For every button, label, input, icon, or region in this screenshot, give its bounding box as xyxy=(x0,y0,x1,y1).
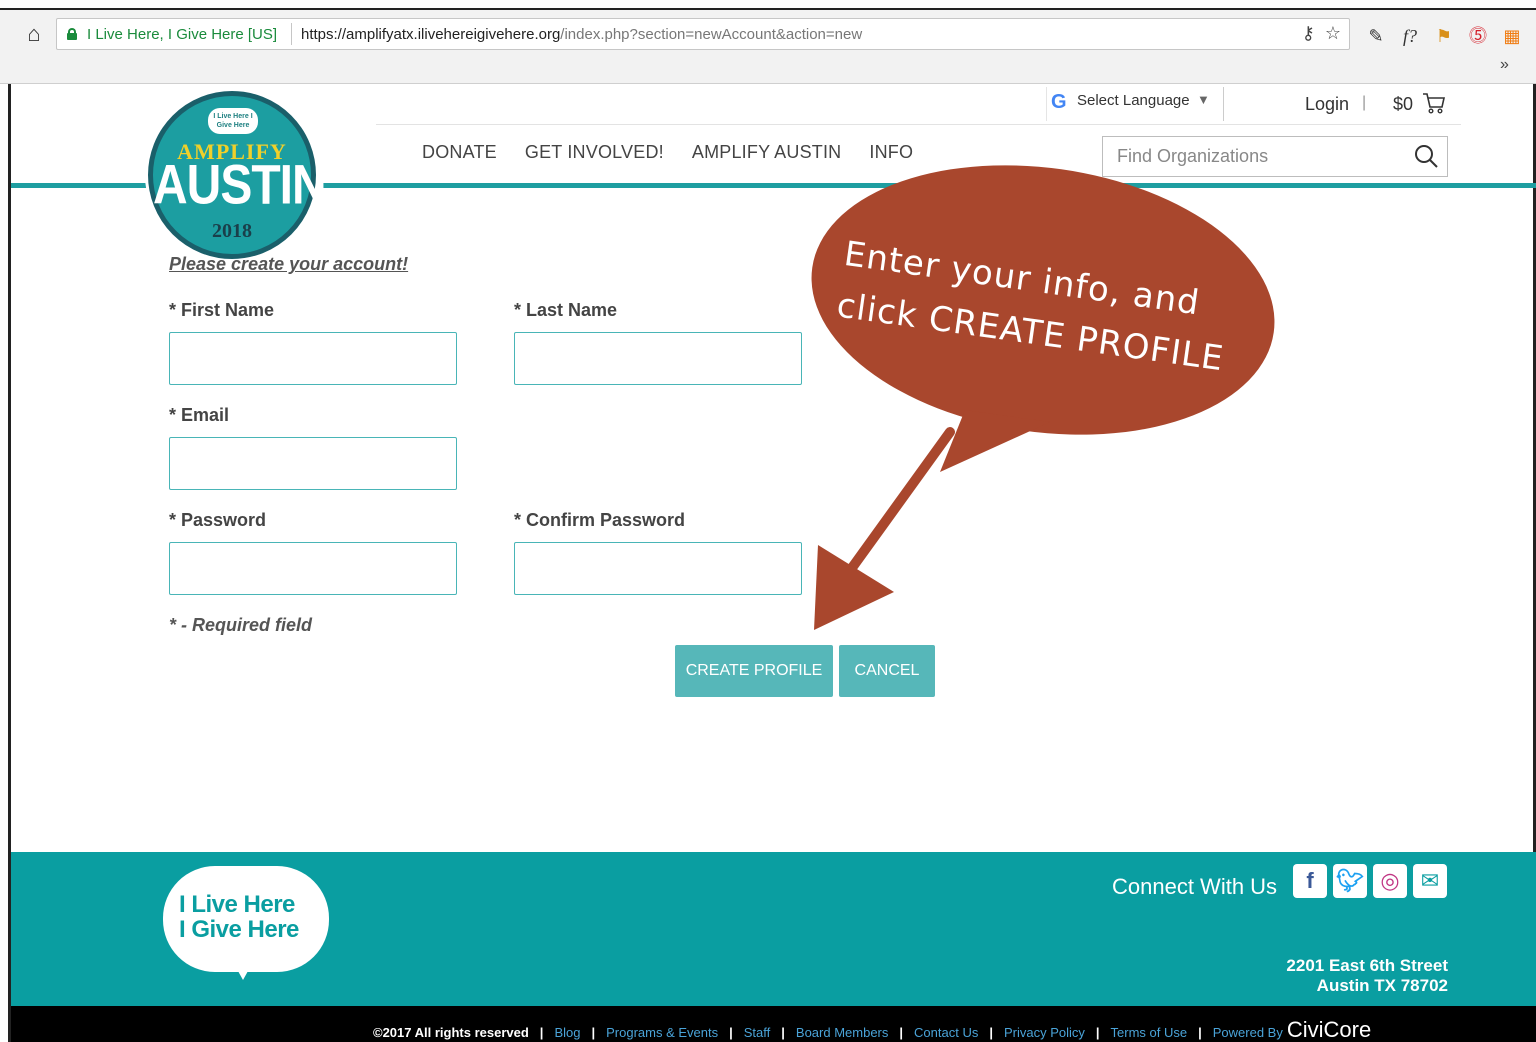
connect-heading: Connect With Us xyxy=(1112,874,1278,899)
site-footer: I Live Here I Give Here Connect With Us … xyxy=(11,852,1536,1006)
cart-total[interactable]: $0 xyxy=(1393,94,1413,115)
footer-address: 2201 East 6th Street Austin TX 78702 xyxy=(1286,956,1448,996)
home-icon[interactable]: ⌂ xyxy=(20,20,48,48)
footer-logo[interactable]: I Live Here I Give Here xyxy=(163,866,329,972)
lock-icon xyxy=(67,28,77,40)
footer-link-staff[interactable]: Staff xyxy=(744,1025,771,1040)
confirm-password-label: * Confirm Password xyxy=(514,510,686,530)
email-label: * Email xyxy=(169,405,230,425)
copyright: ©2017 All rights reserved xyxy=(373,1025,529,1040)
facebook-icon[interactable]: f xyxy=(1293,864,1327,898)
google-icon: G xyxy=(1051,91,1067,113)
flag-icon[interactable]: ⚑ xyxy=(1430,26,1458,47)
language-label: Select Language xyxy=(1077,92,1190,109)
footer-logo-text: I Live Here I Give Here xyxy=(179,892,299,942)
confirm-password-field[interactable] xyxy=(514,542,802,595)
cart-icon[interactable] xyxy=(1422,92,1446,120)
footer-link-contact[interactable]: Contact Us xyxy=(914,1025,978,1040)
footer-link-powered[interactable]: Powered By xyxy=(1213,1025,1283,1040)
password-field[interactable] xyxy=(169,542,457,595)
logo-badge: I Live Here I Give Here xyxy=(208,108,258,134)
omnibox-actions: ⚷ ☆ xyxy=(1292,23,1341,44)
email-icon[interactable]: ✉ xyxy=(1413,864,1447,898)
email-field[interactable] xyxy=(169,437,457,490)
logo-austin-text: AUSTIN xyxy=(153,155,327,216)
cancel-button[interactable]: CANCEL xyxy=(839,645,935,697)
star-icon[interactable]: ☆ xyxy=(1325,23,1341,43)
last-name-label: * Last Name xyxy=(514,300,618,320)
footer-logo-line-1: I Live Here xyxy=(179,891,295,918)
create-profile-button[interactable]: CREATE PROFILE xyxy=(675,645,833,697)
font-icon[interactable]: f? xyxy=(1396,26,1424,47)
nav-amplify-austin[interactable]: AMPLIFY AUSTIN xyxy=(692,142,842,162)
analytics-icon[interactable]: ▦ xyxy=(1498,26,1526,47)
address-bar[interactable]: I Live Here, I Give Here [US] https://am… xyxy=(56,18,1350,50)
nav-top-divider xyxy=(376,124,1461,125)
password-label: * Password xyxy=(169,510,267,530)
extensions-overflow[interactable]: » xyxy=(1500,56,1509,74)
browser-toolbar: ⌂ I Live Here, I Give Here [US] https://… xyxy=(0,10,1536,84)
instagram-icon[interactable]: ◎ xyxy=(1373,864,1407,898)
footer-link-programs[interactable]: Programs & Events xyxy=(606,1025,718,1040)
last-name-field[interactable] xyxy=(514,332,802,385)
eyedropper-icon[interactable]: ✎ xyxy=(1362,26,1390,47)
footer-links: ©2017 All rights reserved | Blog | Programs … xyxy=(373,1017,1372,1042)
callout-arrow-shaft xyxy=(831,427,955,595)
url-path: /index.php?section=newAccount&action=new xyxy=(560,26,863,43)
site-identity: I Live Here, I Give Here [US] xyxy=(87,26,278,43)
amplify-austin-logo[interactable]: I Live Here I Give Here AMPLIFY AUSTIN 2… xyxy=(148,91,327,259)
login-link[interactable]: Login xyxy=(1305,94,1349,115)
logo-year: 2018 xyxy=(212,220,252,242)
chevron-down-icon: ▼ xyxy=(1197,92,1210,107)
nav-donate[interactable]: DONATE xyxy=(422,142,497,162)
key-icon[interactable]: ⚷ xyxy=(1302,23,1315,43)
window-frame-top xyxy=(0,0,1536,10)
address-line-1: 2201 East 6th Street xyxy=(1286,956,1448,975)
language-selector[interactable]: G Select Language ▼ xyxy=(1046,87,1224,121)
nav-info[interactable]: INFO xyxy=(869,142,913,162)
url-text[interactable]: https://amplifyatx.ilivehereigivehere.or… xyxy=(301,26,862,43)
login-separator: | xyxy=(1362,94,1367,111)
search-icon[interactable] xyxy=(1413,143,1439,169)
civicore-logo[interactable]: CiviCore xyxy=(1287,1017,1371,1042)
footer-link-board[interactable]: Board Members xyxy=(796,1025,888,1040)
address-divider xyxy=(291,23,292,45)
first-name-label: * First Name xyxy=(169,300,275,320)
twitter-icon[interactable]: 🐦︎ xyxy=(1333,864,1367,898)
footer-link-terms[interactable]: Terms of Use xyxy=(1111,1025,1188,1040)
required-field-note: * - Required field xyxy=(169,615,313,635)
footer-bottom-bar: ©2017 All rights reserved | Blog | Programs … xyxy=(11,1006,1536,1042)
extension-icons: ✎ f? ⚑ ⓹ ▦ xyxy=(1362,22,1532,48)
first-name-field[interactable] xyxy=(169,332,457,385)
address-line-2: Austin TX 78702 xyxy=(1316,976,1448,995)
footer-logo-tail xyxy=(233,962,253,980)
footer-logo-line-2: I Give Here xyxy=(179,916,299,943)
url-host: https://amplifyatx.ilivehereigivehere.or… xyxy=(301,26,561,43)
footer-link-blog[interactable]: Blog xyxy=(554,1025,580,1040)
nav-get-involved[interactable]: GET INVOLVED! xyxy=(525,142,664,162)
footer-link-privacy[interactable]: Privacy Policy xyxy=(1004,1025,1085,1040)
pinterest-icon[interactable]: ⓹ xyxy=(1464,22,1492,48)
page-title: Please create your account! xyxy=(169,254,409,274)
